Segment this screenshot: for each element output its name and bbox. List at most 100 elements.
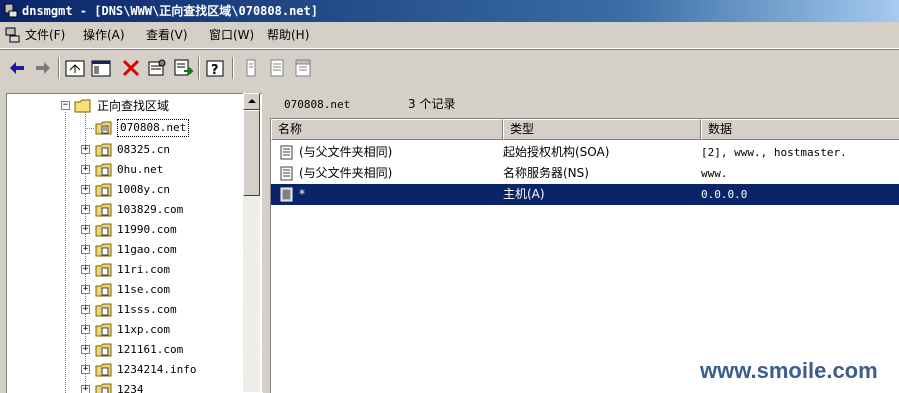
tree-node-label: 103829.com [117,203,184,216]
tree-node-zone[interactable]: + 1234 [7,380,245,393]
zone-folder-icon [95,283,112,297]
expand-icon[interactable]: + [81,145,90,154]
table-row[interactable]: (与父文件夹相同) 名称服务器(NS) www. [271,163,899,184]
expand-icon[interactable]: + [81,205,90,214]
expand-icon[interactable]: + [81,245,90,254]
collapse-icon[interactable]: − [61,101,70,110]
tree-node-zone[interactable]: + 11ri.com [7,260,245,280]
record-data: www. [701,167,728,180]
zone-folder-icon [95,383,112,393]
tree-node-zone[interactable]: + 103829.com [7,200,245,220]
record-data: 0.0.0.0 [701,188,748,201]
table-row-selected[interactable]: * 主机(A) 0.0.0.0 [271,184,899,205]
toolbar: ? [0,49,899,88]
watermark: www.smoile.com [700,358,878,383]
tree-node-label: 08325.cn [117,143,170,156]
tree-node-zone[interactable]: + 11990.com [7,220,245,240]
menu-file[interactable]: 文件(F) [22,27,68,43]
expand-icon[interactable]: + [81,345,90,354]
tree-node-zone[interactable]: + 08325.cn [7,140,245,160]
scroll-thumb[interactable] [243,110,260,196]
zone-folder-icon [95,163,112,177]
expand-icon[interactable]: + [81,165,90,174]
tree-node-zone[interactable]: + 11se.com [7,280,245,300]
zone-folder-icon [95,263,112,277]
back-arrow-icon[interactable] [6,57,28,79]
scroll-up-arrow-icon[interactable] [243,93,260,110]
menu-view[interactable]: 查看(V) [143,27,191,43]
expand-icon[interactable]: + [81,305,90,314]
show-hide-tree-icon[interactable] [90,57,112,79]
zone-name: 070808.net [284,98,351,111]
expand-icon[interactable]: + [81,325,90,334]
results-header: 070808.net 3 个记录 [270,94,899,115]
tree-node-zone[interactable]: 070808.net [7,118,245,138]
zone-folder-icon [95,183,112,197]
expand-icon[interactable]: + [81,365,90,374]
tree-node-label: 1234214.info [117,363,197,376]
tree-node-label: 11ri.com [117,263,170,276]
column-header-type[interactable]: 类型 [503,119,701,140]
record-icon [280,166,293,181]
record-type: 名称服务器(NS) [503,166,589,180]
expand-icon[interactable]: + [81,185,90,194]
tree-node-zone[interactable]: + 0hu.net [7,160,245,180]
menu-window[interactable]: 窗口(W) [206,27,257,43]
properties-icon[interactable] [146,57,168,79]
console-icon[interactable] [5,27,21,43]
menu-action[interactable]: 操作(A) [80,27,128,43]
tree-node-label: 11gao.com [117,243,177,256]
export-list-icon[interactable] [172,57,194,79]
toolbar-separator [198,57,200,79]
tree-node-label: 正向查找区域 [97,99,170,113]
tree-node-zone[interactable]: + 121161.com [7,340,245,360]
tree-node-label: 070808.net [117,119,190,137]
tree-scrollbar[interactable] [243,93,260,392]
column-header-data[interactable]: 数据 [701,119,899,140]
column-header-name[interactable]: 名称 [271,119,503,140]
zone-folder-icon [95,203,112,217]
menu-help[interactable]: 帮助(H) [264,27,312,43]
zone-folder-icon [95,303,112,317]
tree-node-zone[interactable]: + 1008y.cn [7,180,245,200]
console-tree[interactable]: − 正向查找区域 070808.net + 08325.cn + 0hu.net… [6,93,263,393]
record-type: 起始授权机构(SOA) [503,145,610,159]
record-name: * [299,187,305,201]
host-record-icon [280,187,293,202]
record-type: 主机(A) [503,187,545,201]
record-data: [2], www., hostmaster. [701,146,847,159]
svg-text:?: ? [211,63,219,78]
new-domain-icon[interactable] [292,57,314,79]
tree-node-label: 11sss.com [117,303,177,316]
dns-app-icon [4,3,18,18]
new-record-icon[interactable] [240,57,262,79]
tree-node-zone[interactable]: + 11gao.com [7,240,245,260]
tree-connector-line [85,128,94,129]
window-title: dnsmgmt - [DNS\WWW\正向查找区域\070808.net] [22,4,318,18]
zone-folder-icon [95,243,112,257]
up-folder-icon[interactable] [64,57,86,79]
tree-node-zone[interactable]: + 1234214.info [7,360,245,380]
expand-icon[interactable]: + [81,285,90,294]
expand-icon[interactable]: + [81,225,90,234]
record-count: 3 个记录 [408,97,456,111]
new-zone-icon[interactable] [266,57,288,79]
folder-icon [74,99,91,113]
record-name: (与父文件夹相同) [299,166,393,180]
expand-icon[interactable]: + [81,265,90,274]
delete-icon[interactable] [120,57,142,79]
tree-node-label: 1234 [117,383,144,393]
tree-node-zone[interactable]: + 11xp.com [7,320,245,340]
table-row[interactable]: (与父文件夹相同) 起始授权机构(SOA) [2], www., hostmas… [271,142,899,163]
tree-node-forward-lookup-zones[interactable]: − 正向查找区域 [7,96,245,116]
help-icon[interactable]: ? [204,57,226,79]
record-list[interactable]: 名称 类型 数据 (与父文件夹相同) 起始授权机构(SOA) [2], www.… [270,118,899,393]
zone-folder-icon [95,343,112,357]
pane-splitter[interactable] [262,93,268,392]
tree-node-zone[interactable]: + 11sss.com [7,300,245,320]
zone-folder-icon [95,223,112,237]
forward-arrow-icon[interactable] [32,57,54,79]
record-icon [280,145,293,160]
tree-node-label: 11xp.com [117,323,170,336]
tree-node-label: 0hu.net [117,163,164,176]
